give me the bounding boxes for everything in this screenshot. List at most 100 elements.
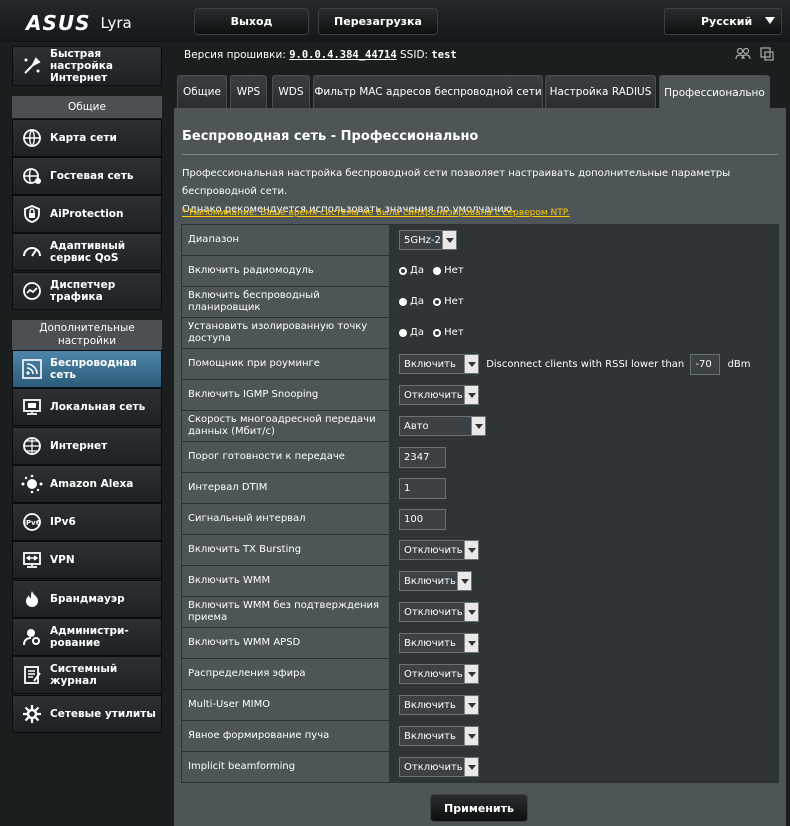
sidebar-quick-setup[interactable]: Быстрая настройка Интернет (12, 46, 162, 86)
sidebar-item-system-log[interactable]: Системный журнал (12, 656, 162, 694)
sidebar-item-label: Системный журнал (50, 663, 118, 687)
usb-icon[interactable] (759, 46, 775, 62)
firmware-version-link[interactable]: 9.0.0.4.384_44714 (289, 49, 396, 61)
wmm-value: Включить (404, 575, 456, 587)
clients-icon[interactable] (735, 46, 751, 62)
sidebar-item-lan[interactable]: Локальная сеть (12, 388, 162, 426)
system-log-icon (21, 664, 43, 686)
radio-enable-yes[interactable]: Да (399, 265, 424, 276)
tab-professional[interactable]: Профессионально (659, 75, 770, 109)
sidebar-item-alexa[interactable]: Amazon Alexa (12, 465, 162, 503)
band-label: Диапазон (181, 224, 390, 256)
sidebar-item-label: Быстрая настройка Интернет (50, 48, 113, 84)
igmp-select[interactable]: Отключить (399, 385, 479, 405)
sidebar-item-label: Беспроводная сеть (50, 357, 137, 381)
table-row: Сигнальный интервал 100 (181, 503, 779, 535)
content-panel: Беспроводная сеть - Профессионально Проф… (174, 108, 786, 826)
sidebar-item-ipv6[interactable]: IPv6 IPv6 (12, 503, 162, 541)
firewall-icon (21, 588, 43, 610)
scheduler-yes[interactable]: Да (399, 296, 424, 307)
sidebar-item-traffic-analyzer[interactable]: Диспетчер трафика (12, 272, 162, 310)
dtim-input[interactable]: 1 (399, 477, 446, 499)
txburst-value: Отключить (404, 544, 463, 556)
isolation-label: Установить изолированную точку доступа (181, 317, 390, 349)
wmm-apsd-select[interactable]: Включить (399, 633, 479, 653)
sidebar-item-qos[interactable]: Адаптивный сервис QoS (12, 233, 162, 271)
wmm-select[interactable]: Включить (399, 571, 472, 591)
txburst-label: Включить TX Bursting (181, 534, 390, 566)
band-select[interactable]: 5GHz-2 (399, 230, 457, 250)
explicit-bf-select[interactable]: Включить (399, 726, 479, 746)
sidebar-item-aiprotection[interactable]: AiProtection (12, 195, 162, 233)
table-row: Implicit beamforming Отключить (181, 751, 779, 783)
mumimo-select[interactable]: Включить (399, 695, 479, 715)
roaming-select[interactable]: Включить (399, 354, 479, 374)
chevron-down-icon (457, 572, 471, 590)
chevron-down-icon (464, 355, 478, 373)
sidebar-item-wireless[interactable]: Беспроводная сеть (12, 350, 162, 388)
sidebar-item-wan[interactable]: Интернет (12, 427, 162, 465)
sidebar-item-guest-network[interactable]: Гостевая сеть (12, 157, 162, 195)
quick-setup-icon (21, 55, 43, 77)
language-value: Русский (701, 15, 753, 28)
beacon-input[interactable]: 100 (399, 508, 446, 530)
radio-yes-label: Да (410, 327, 424, 339)
radio-off-icon (399, 266, 407, 275)
wan-icon (21, 435, 43, 457)
radio-on-icon (399, 297, 407, 306)
page-title: Беспроводная сеть - Профессионально (182, 129, 479, 144)
sidebar-item-label: Локальная сеть (50, 401, 146, 413)
tab-wps[interactable]: WPS (230, 75, 267, 108)
explicit-bf-value: Включить (404, 730, 456, 742)
logout-button[interactable]: Выход (194, 8, 309, 35)
txburst-select[interactable]: Отключить (399, 540, 479, 560)
airtime-select[interactable]: Отключить (399, 664, 479, 684)
tab-general[interactable]: Общие (177, 75, 227, 108)
tab-wds[interactable]: WDS (272, 75, 310, 108)
chevron-down-icon (765, 17, 775, 24)
radio-yes-label: Да (410, 265, 424, 277)
sidebar-item-network-map[interactable]: Карта сети (12, 119, 162, 157)
reboot-button[interactable]: Перезагрузка (318, 8, 438, 35)
sidebar-item-label: Администри-рование (50, 625, 129, 649)
chevron-down-icon (464, 696, 478, 714)
wmm-label: Включить WMM (181, 565, 390, 597)
divider (182, 154, 778, 155)
traffic-analyzer-icon (21, 280, 43, 302)
isolation-no[interactable]: Нет (433, 327, 464, 338)
table-row: Порог готовности к передаче 2347 (181, 441, 779, 473)
ntp-warning-link[interactable]: * Напоминание: Ваше время система не был… (182, 208, 570, 218)
rssi-input[interactable]: -70 (690, 353, 721, 375)
sidebar-item-administration[interactable]: Администри-рование (12, 618, 162, 656)
language-select[interactable]: Русский (664, 8, 782, 35)
ssid-label: SSID: (400, 49, 429, 61)
chevron-down-icon (442, 231, 456, 249)
mumimo-label: Multi-User MIMO (181, 689, 390, 721)
network-map-icon (21, 127, 43, 149)
radio-off-icon (433, 328, 442, 337)
radio-enable-no[interactable]: Нет (433, 265, 464, 276)
wmm-noack-select[interactable]: Отключить (399, 602, 479, 622)
table-row: Явное формирование пуча Включить (181, 720, 779, 752)
tab-radius[interactable]: Настройка RADIUS (545, 75, 656, 108)
radio-off-icon (433, 297, 442, 306)
firmware-label: Версия прошивки: (184, 49, 286, 61)
qos-icon (21, 241, 43, 263)
sidebar-item-firewall[interactable]: Брандмауэр (12, 580, 162, 618)
isolation-yes[interactable]: Да (399, 327, 424, 338)
rts-input[interactable]: 2347 (399, 446, 446, 468)
table-row: Интервал DTIM 1 (181, 472, 779, 504)
tab-mac-filter[interactable]: Фильтр MAC адресов беспроводной сети (313, 75, 543, 108)
implicit-bf-select[interactable]: Отключить (399, 757, 479, 777)
wmm-apsd-value: Включить (404, 637, 456, 649)
sidebar-item-label: Диспетчер трафика (50, 279, 116, 303)
scheduler-no[interactable]: Нет (433, 296, 464, 307)
wmm-noack-label: Включить WMM без подтверждения приема (181, 596, 390, 628)
band-value: 5GHz-2 (404, 234, 441, 246)
sidebar-item-vpn[interactable]: VPN (12, 541, 162, 579)
multicast-select[interactable]: Авто (399, 416, 486, 436)
apply-button[interactable]: Применить (430, 794, 528, 822)
chevron-down-icon (464, 634, 478, 652)
table-row: Установить изолированную точку доступа Д… (181, 317, 779, 349)
sidebar-item-network-tools[interactable]: Сетевые утилиты (12, 695, 162, 733)
